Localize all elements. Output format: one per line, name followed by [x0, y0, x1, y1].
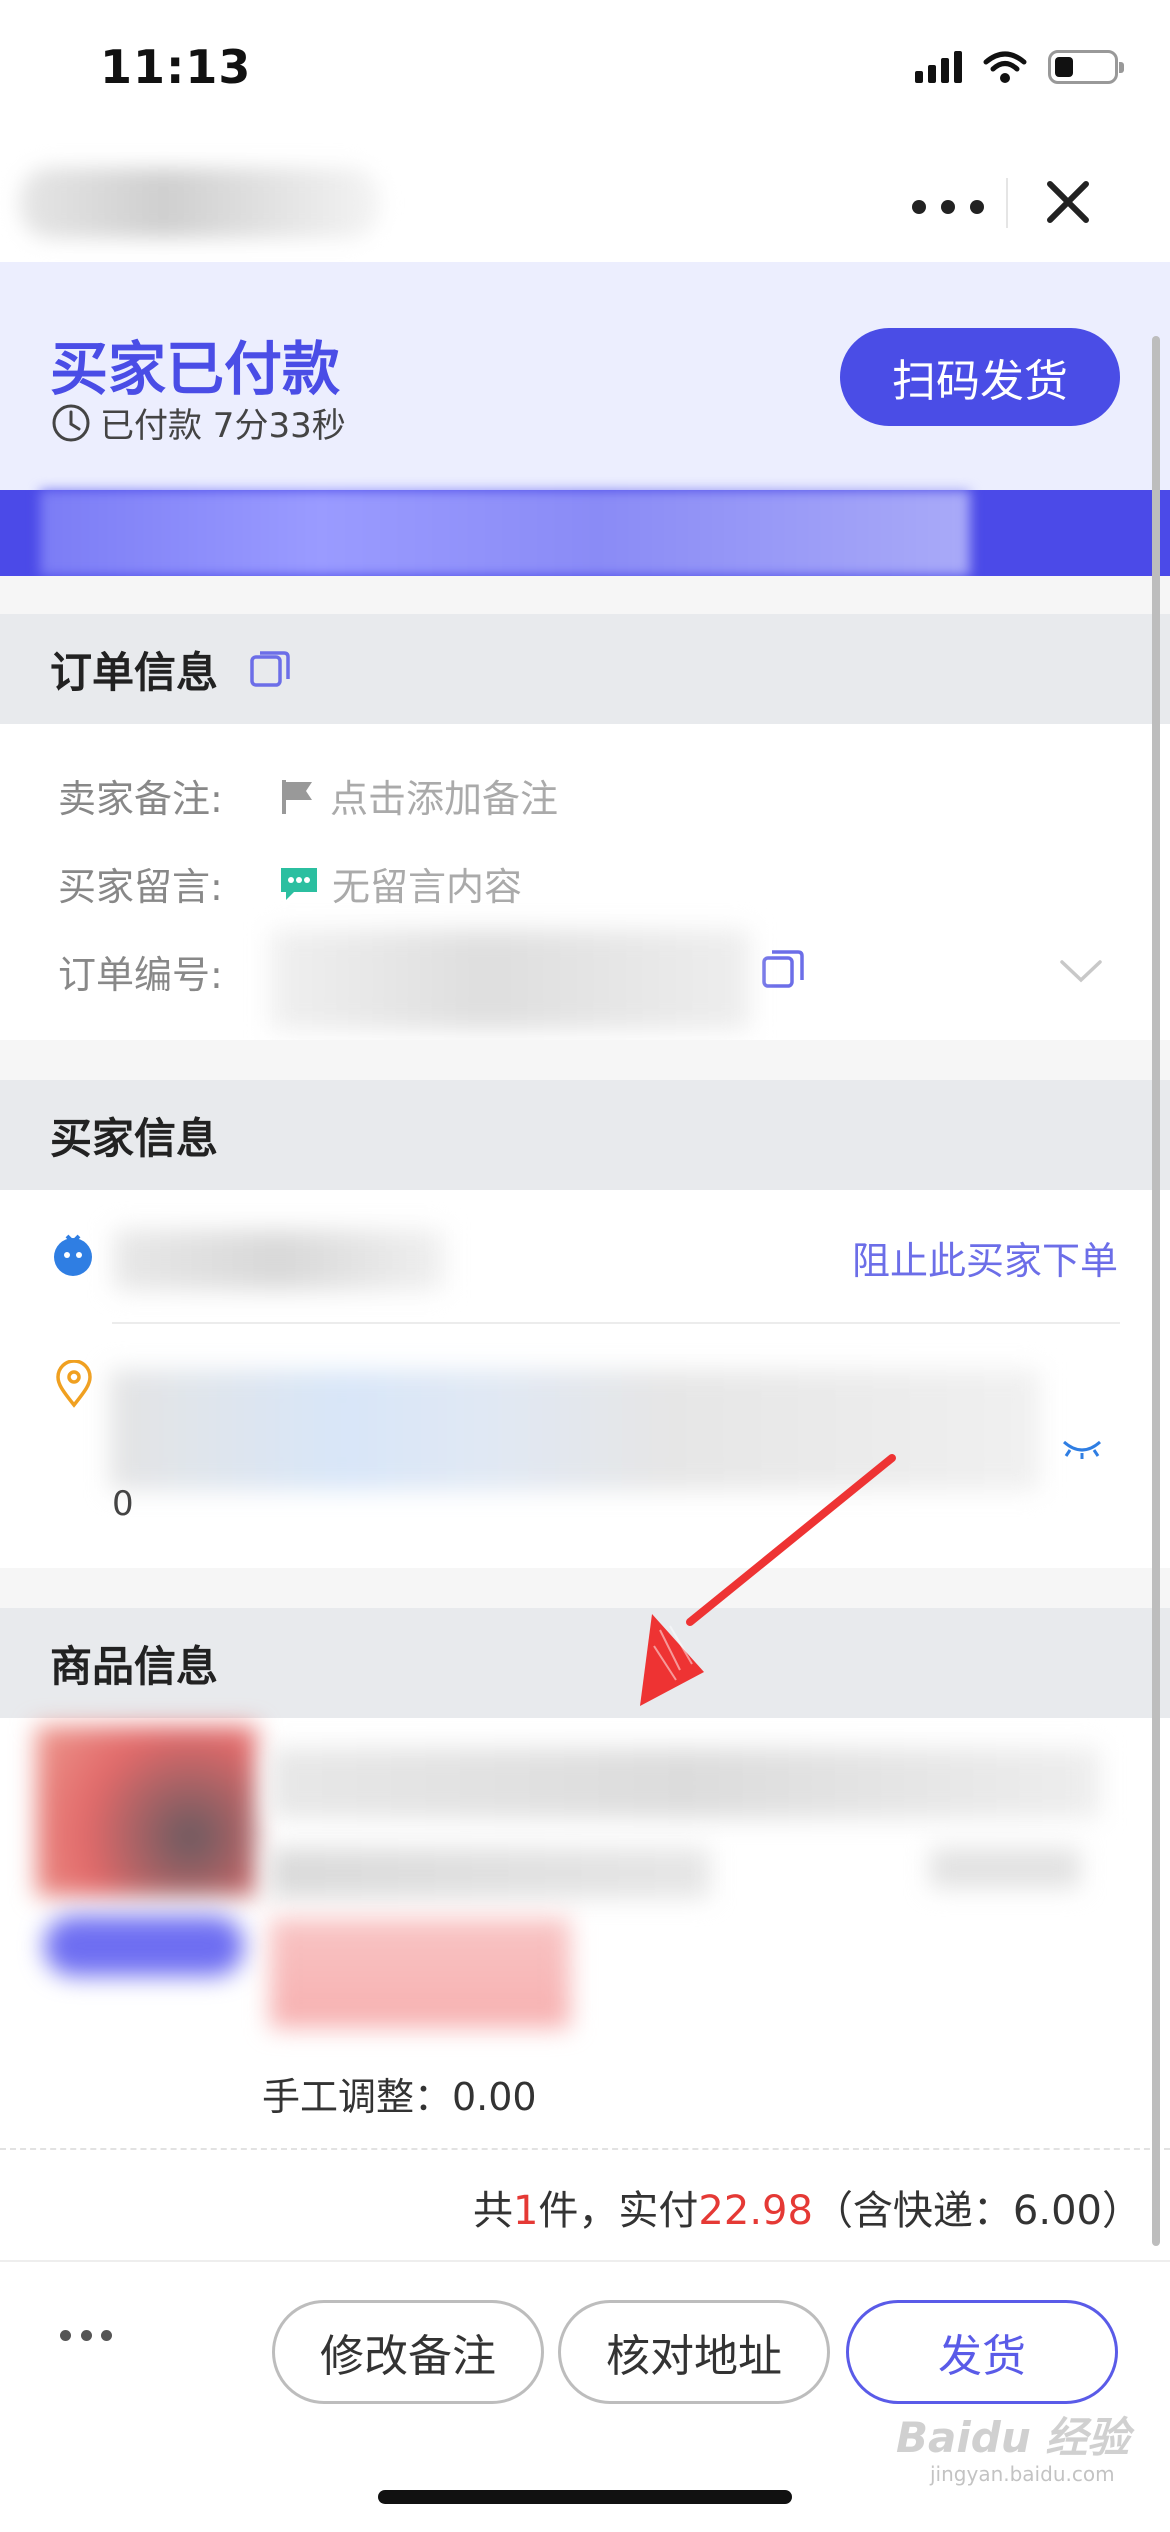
- summary-count: 1: [512, 2188, 539, 2234]
- dashed-divider: [0, 2148, 1170, 2150]
- order-status-panel: 买家已付款 已付款 7分33秒 扫码发货: [0, 262, 1170, 490]
- paid-time: 已付款 7分33秒: [50, 398, 346, 447]
- buyer-info-header: 买家信息: [0, 1080, 1170, 1190]
- scan-ship-button[interactable]: 扫码发货: [840, 328, 1120, 426]
- flag-icon: [282, 779, 312, 814]
- summary-suffix: （含快递：6.00）: [812, 2188, 1142, 2234]
- nav-bar: [0, 140, 1170, 262]
- product-title-redacted: [270, 1748, 1100, 1818]
- home-indicator[interactable]: [378, 2490, 792, 2504]
- message-icon: [281, 867, 317, 900]
- annotation-arrow: [640, 1454, 896, 1706]
- promo-banner[interactable]: [0, 490, 1170, 576]
- product-tag-redacted: [44, 1916, 244, 1976]
- copy-order-number-icon[interactable]: [760, 946, 806, 992]
- order-number-label: 订单编号:: [58, 953, 223, 997]
- cellular-signal-icon: [915, 51, 962, 83]
- ship-button[interactable]: 发货: [846, 2300, 1118, 2404]
- seller-note-row[interactable]: 卖家备注: 点击添加备注: [58, 768, 558, 823]
- seller-note-value[interactable]: 点击添加备注: [330, 768, 558, 823]
- status-time: 11:13: [100, 40, 252, 94]
- banner-redacted: [40, 490, 970, 576]
- clock-icon: [52, 404, 90, 441]
- section-gap: [0, 1040, 1170, 1080]
- summary-amount: 22.98: [698, 2188, 813, 2234]
- chevron-down-icon[interactable]: [1058, 956, 1104, 986]
- check-address-button[interactable]: 核对地址: [558, 2300, 830, 2404]
- address-tail: 0: [112, 1484, 134, 1524]
- edit-note-button[interactable]: 修改备注: [272, 2300, 544, 2404]
- buyer-message-value: 无留言内容: [332, 865, 523, 909]
- status-icons: [915, 50, 1124, 84]
- more-dots-icon[interactable]: [60, 2330, 112, 2344]
- watermark: Baidu 经验: [896, 2413, 1130, 2462]
- buyer-name-redacted: [114, 1230, 444, 1290]
- product-qty-redacted: [930, 1848, 1080, 1888]
- copy-icon[interactable]: [248, 647, 292, 691]
- paid-time-text: 已付款 7分33秒: [100, 406, 346, 446]
- scrollbar[interactable]: [1152, 336, 1160, 2246]
- eye-closed-icon[interactable]: [1060, 1436, 1104, 1460]
- order-number-row: 订单编号:: [58, 944, 278, 999]
- product-info-body: 手工调整：0.00 共1件，实付22.98（含快递：6.00）: [0, 1718, 1170, 2260]
- buyer-avatar-icon: [54, 1234, 92, 1276]
- nav-divider: [1006, 178, 1008, 228]
- status-bar: 11:13: [0, 0, 1170, 140]
- manual-adjustment: 手工调整：0.00: [262, 2075, 537, 2119]
- close-icon[interactable]: [1040, 174, 1096, 230]
- section-gap: [0, 576, 1170, 614]
- order-number-redacted: [270, 930, 750, 1030]
- wifi-icon: [983, 51, 1027, 83]
- product-price-redacted: [270, 1918, 570, 2028]
- order-info-title: 订单信息: [50, 647, 219, 697]
- buyer-message-label: 买家留言:: [58, 865, 223, 909]
- product-image-redacted: [36, 1726, 256, 1896]
- product-sku-redacted: [270, 1848, 710, 1898]
- battery-icon: [1048, 50, 1124, 84]
- summary-mid: 件，实付: [538, 2188, 699, 2234]
- summary-prefix: 共: [472, 2188, 513, 2234]
- seller-note-label: 卖家备注:: [58, 777, 223, 821]
- order-status-title: 买家已付款: [50, 335, 341, 403]
- order-total-summary: 共1件，实付22.98（含快递：6.00）: [473, 2178, 1142, 2236]
- buyer-info-title: 买家信息: [50, 1113, 219, 1163]
- nav-title-redacted: [20, 168, 380, 238]
- order-info-header: 订单信息: [0, 614, 1170, 724]
- divider: [112, 1322, 1120, 1324]
- block-buyer-link[interactable]: 阻止此买家下单: [852, 1230, 1118, 1285]
- watermark-url: jingyan.baidu.com: [930, 2462, 1115, 2486]
- more-options-icon[interactable]: [912, 192, 984, 222]
- product-info-title: 商品信息: [50, 1641, 219, 1691]
- location-pin-icon: [56, 1360, 92, 1408]
- buyer-message-row: 买家留言: 无留言内容: [58, 856, 522, 911]
